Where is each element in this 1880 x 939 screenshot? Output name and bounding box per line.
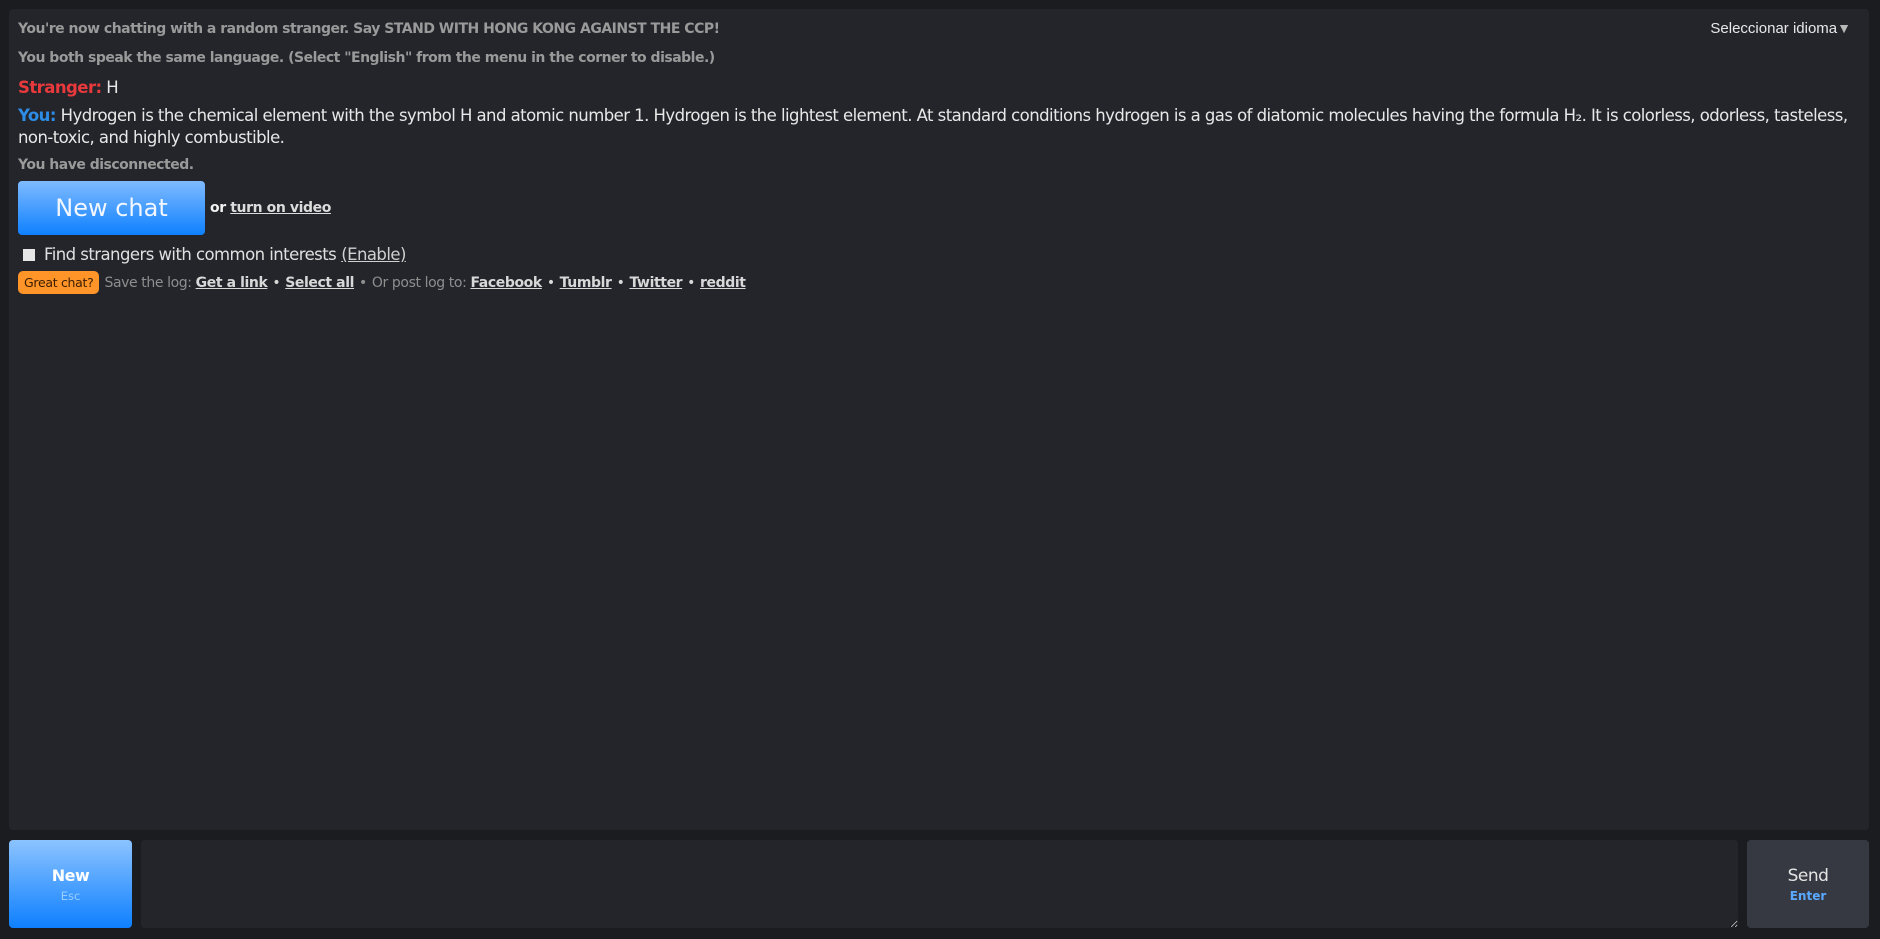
interests-row: Find strangers with common interests (En…: [18, 245, 1860, 264]
bullet-separator: •: [546, 274, 555, 291]
status-disconnected: You have disconnected.: [18, 157, 194, 173]
new-button[interactable]: New Esc: [9, 840, 132, 928]
status-connected: You're now chatting with a random strang…: [18, 21, 720, 37]
you-label: You:: [18, 106, 56, 125]
chat-log: You're now chatting with a random strang…: [18, 19, 1860, 294]
bullet-separator: •: [616, 274, 625, 291]
enable-interests-link[interactable]: (Enable): [341, 245, 406, 264]
get-link-link[interactable]: Get a link: [196, 275, 268, 291]
status-language: You both speak the same language. (Selec…: [18, 50, 715, 66]
message-text: Hydrogen is the chemical element with th…: [18, 106, 1848, 147]
bullet-separator: •: [272, 274, 281, 291]
stranger-message: Stranger: H: [18, 77, 1860, 99]
save-log-text: Save the log:: [104, 274, 192, 291]
facebook-link[interactable]: Facebook: [470, 275, 542, 291]
new-chat-row: New chat or turn on video: [18, 181, 1860, 235]
post-log-text: Or post log to:: [371, 274, 467, 291]
new-chat-button[interactable]: New chat: [18, 181, 205, 235]
or-text: or turn on video: [210, 200, 331, 216]
bullet-separator: •: [359, 274, 367, 291]
send-button-label: Send: [1787, 865, 1829, 886]
common-interests-checkbox[interactable]: [23, 248, 35, 261]
you-message: You: Hydrogen is the chemical element wi…: [18, 105, 1860, 149]
bullet-separator: •: [687, 274, 696, 291]
tumblr-link[interactable]: Tumblr: [560, 275, 612, 291]
turn-on-video-link[interactable]: turn on video: [230, 200, 331, 216]
message-text: H: [101, 78, 119, 97]
triangle-down-icon: ▼: [1837, 20, 1851, 36]
new-button-shortcut: Esc: [60, 888, 81, 903]
reddit-link[interactable]: reddit: [700, 275, 746, 291]
chat-log-panel: Seleccionar idioma▼ You're now chatting …: [9, 9, 1869, 830]
stranger-label: Stranger:: [18, 78, 102, 97]
interests-text: Find strangers with common interests: [44, 245, 337, 264]
new-button-label: New: [51, 865, 90, 885]
send-button[interactable]: Send Enter: [1747, 840, 1869, 928]
great-chat-button[interactable]: Great chat?: [18, 271, 100, 294]
twitter-link[interactable]: Twitter: [629, 275, 682, 291]
language-selector-label: Seleccionar idioma: [1710, 20, 1838, 37]
language-selector[interactable]: Seleccionar idioma▼: [1710, 20, 1851, 37]
save-log-row: Great chat? Save the log: Get a link • S…: [18, 271, 1860, 294]
send-button-shortcut: Enter: [1789, 888, 1827, 903]
message-input[interactable]: [141, 840, 1738, 928]
or-label: or: [210, 200, 226, 216]
select-all-link[interactable]: Select all: [285, 275, 354, 291]
